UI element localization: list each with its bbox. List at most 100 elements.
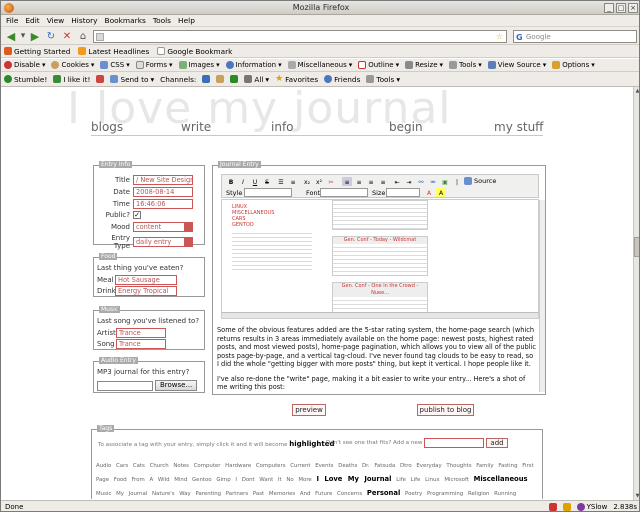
forward-icon[interactable]: ▶	[29, 30, 41, 43]
bullet-list-icon[interactable]: ☰	[276, 177, 286, 186]
tag-item[interactable]: Life	[396, 477, 406, 483]
tag-item[interactable]: Food	[114, 477, 127, 483]
tag-item[interactable]: Programming	[427, 491, 463, 497]
channel-1[interactable]	[202, 75, 211, 83]
tag-item[interactable]: Miscellaneous	[474, 475, 528, 483]
maximize-icon[interactable]: □	[616, 3, 626, 13]
tag-item[interactable]: Gimp	[216, 477, 230, 483]
publish-button[interactable]: publish to blog	[417, 404, 474, 416]
tag-item[interactable]: Family	[476, 463, 493, 469]
outdent-icon[interactable]: ⇤	[392, 177, 402, 186]
tag-item[interactable]: Linux	[425, 477, 440, 483]
image-icon[interactable]: ▣	[440, 177, 450, 186]
minimize-icon[interactable]: _	[604, 3, 614, 13]
menu-help[interactable]: Help	[178, 16, 195, 25]
mp3-file-input[interactable]	[97, 380, 153, 391]
nav-begin[interactable]: begin	[389, 120, 423, 134]
date-input[interactable]: 2008-08-14	[133, 187, 193, 197]
align-center-icon[interactable]: ≡	[354, 177, 364, 186]
subscript-icon[interactable]: x₂	[302, 177, 312, 186]
editor-body[interactable]: Some of the obvious features added are t…	[217, 326, 537, 392]
indent-icon[interactable]: ⇥	[404, 177, 414, 186]
bold-icon[interactable]: B	[226, 177, 236, 186]
tag-item[interactable]: Music	[96, 491, 111, 497]
new-tag-input[interactable]	[424, 438, 484, 448]
channel-3[interactable]	[230, 75, 239, 83]
strike-icon[interactable]: S	[262, 177, 272, 186]
meal-input[interactable]: Hot Sausage	[115, 275, 177, 285]
channel-2[interactable]	[216, 75, 225, 83]
drink-input[interactable]: Energy Tropical	[115, 286, 177, 296]
tag-item[interactable]: Religion	[468, 491, 489, 497]
su-tools-button[interactable]: Tools ▾	[366, 75, 400, 84]
add-tag-button[interactable]: add	[486, 438, 508, 448]
public-checkbox[interactable]: ✓	[133, 211, 141, 219]
nav-my-stuff[interactable]: my stuff	[494, 120, 543, 134]
tag-item[interactable]: Dr. Fatsuda	[362, 463, 395, 469]
tag-item[interactable]: Cats	[133, 463, 145, 469]
yslow-button[interactable]: YSlow	[576, 503, 607, 511]
wd-cookies[interactable]: Cookies ▾	[51, 61, 94, 69]
wd-forms[interactable]: Forms ▾	[135, 61, 173, 69]
bookmark-google[interactable]: Google Bookmark	[157, 47, 232, 56]
tag-item[interactable]: Computers	[256, 463, 286, 469]
home-icon[interactable]: ⌂	[77, 30, 89, 42]
align-right-icon[interactable]: ≡	[366, 177, 376, 186]
tag-item[interactable]: Gentoo	[192, 477, 212, 483]
browse-button[interactable]: Browse...	[155, 380, 198, 391]
scroll-down-icon[interactable]: ▼	[634, 492, 639, 500]
menu-history[interactable]: History	[71, 16, 97, 25]
link-icon[interactable]: ⚯	[416, 177, 426, 186]
tag-item[interactable]: Current Events	[290, 463, 333, 469]
page-scrollbar[interactable]: ▲ ▼	[633, 87, 639, 500]
title-input[interactable]: / New Site Design	[133, 175, 193, 185]
wd-miscellaneous[interactable]: Miscellaneous ▾	[287, 61, 352, 69]
tag-item[interactable]: Computer Hardware	[194, 463, 252, 469]
tag-item[interactable]: I Dont Want It No More	[235, 477, 311, 483]
wd-view-source[interactable]: View Source ▾	[487, 61, 546, 69]
entry-type-select[interactable]: daily entry	[133, 237, 193, 247]
size-select[interactable]	[386, 188, 420, 197]
wd-outline[interactable]: Outline ▾	[358, 61, 399, 69]
friends-button[interactable]: Friends	[324, 75, 360, 84]
scroll-thumb[interactable]	[634, 237, 639, 257]
like-button[interactable]: I like it!	[53, 75, 90, 84]
mood-select[interactable]: content	[133, 222, 193, 232]
superscript-icon[interactable]: x²	[314, 177, 324, 186]
menu-view[interactable]: View	[47, 16, 65, 25]
tag-item[interactable]: Deaths	[338, 463, 357, 469]
italic-icon[interactable]: I	[238, 177, 248, 186]
tag-item[interactable]: Personal	[367, 489, 400, 497]
song-input[interactable]: Trance	[116, 339, 166, 349]
menu-bookmarks[interactable]: Bookmarks	[105, 16, 146, 25]
menu-tools[interactable]: Tools	[153, 16, 171, 25]
wd-images[interactable]: Images ▾	[178, 61, 220, 69]
bookmark-star-icon[interactable]: ☆	[496, 32, 503, 41]
tag-item[interactable]: Audio	[96, 463, 111, 469]
bookmark-latest-headlines[interactable]: Latest Headlines	[78, 47, 149, 56]
tag-item[interactable]: Life	[411, 477, 421, 483]
tag-item[interactable]: Running	[494, 491, 516, 497]
tag-item[interactable]: Dtro	[400, 463, 412, 469]
source-button[interactable]: Source	[464, 177, 496, 185]
search-input[interactable]: G Google	[513, 30, 637, 43]
tag-item[interactable]: Nature's Way	[152, 491, 191, 497]
time-input[interactable]: 16:46:06	[133, 199, 193, 209]
wd-resize[interactable]: Resize ▾	[405, 61, 443, 69]
close-icon[interactable]: ×	[628, 3, 638, 13]
dislike-button[interactable]	[96, 75, 105, 83]
addon-status-icon[interactable]	[562, 503, 571, 511]
unlink-icon[interactable]: ⚮	[428, 177, 438, 186]
nav-write[interactable]: write	[181, 120, 211, 134]
justify-icon[interactable]: ≡	[378, 177, 388, 186]
menu-edit[interactable]: Edit	[25, 16, 39, 25]
stumble-button[interactable]: Stumble!	[4, 75, 47, 84]
underline-icon[interactable]: U	[250, 177, 260, 186]
tag-item[interactable]: Everyday Thoughts	[416, 463, 471, 469]
highlight-icon[interactable]: A	[436, 188, 446, 197]
font-select[interactable]	[320, 188, 368, 197]
tag-item[interactable]: Partners	[226, 491, 248, 497]
channel-all[interactable]: All ▾	[244, 75, 269, 84]
menu-file[interactable]: File	[6, 16, 18, 25]
nav-info[interactable]: info	[271, 120, 294, 134]
